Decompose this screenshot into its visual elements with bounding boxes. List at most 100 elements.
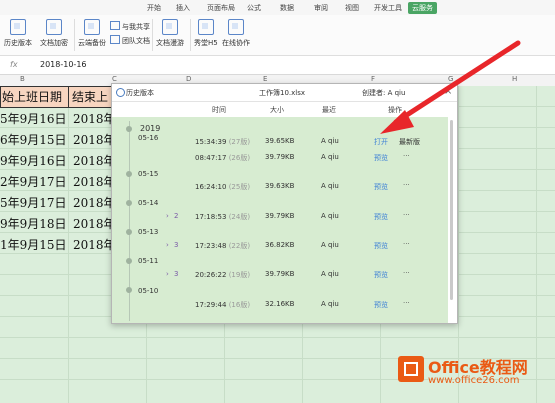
- team-docs-button[interactable]: 团队文档: [110, 35, 150, 46]
- cloud-icon: [84, 19, 100, 35]
- col-size: 大小: [270, 106, 284, 114]
- version-user: A qiu: [321, 300, 339, 308]
- close-icon[interactable]: ×: [444, 86, 452, 97]
- tab-view[interactable]: 视图: [345, 3, 359, 13]
- expand-count[interactable]: 3: [174, 270, 178, 278]
- version-time: 17:23:48 (22版): [195, 241, 250, 251]
- more-icon[interactable]: ···: [403, 211, 410, 219]
- version-time: 16:24:10 (25版): [195, 182, 250, 192]
- cloud-backup-button[interactable]: 云端备份: [78, 17, 106, 48]
- header-cell-end-date[interactable]: 结束上: [68, 86, 115, 108]
- version-user: A qiu: [321, 241, 339, 249]
- history-button[interactable]: 历史版本: [4, 17, 32, 48]
- table-cell[interactable]: 2年9月17日: [0, 173, 67, 190]
- time-text: 16:24:10: [195, 183, 227, 191]
- column-header-d[interactable]: D: [186, 75, 191, 83]
- date-label: 05-10: [138, 287, 159, 295]
- version-number: (19版): [228, 271, 251, 279]
- tab-home[interactable]: 开始: [147, 3, 161, 13]
- version-size: 39.79KB: [265, 153, 295, 161]
- share-icon: [110, 21, 120, 30]
- col-latest: 最近: [322, 106, 336, 114]
- header-cell-start-date[interactable]: 始上班日期: [0, 86, 70, 108]
- col-action: 操作: [388, 106, 402, 114]
- version-time: 15:34:39 (27版): [195, 137, 250, 147]
- column-header-h[interactable]: H: [512, 75, 517, 83]
- office-logo-icon: [398, 356, 424, 382]
- timeline-dot: [126, 287, 132, 293]
- watermark-logo: Office教程网 www.office26.com: [398, 352, 548, 398]
- expand-chevron-icon[interactable]: ›: [166, 270, 169, 278]
- tab-developer[interactable]: 开发工具: [374, 3, 402, 13]
- expand-count[interactable]: 3: [174, 241, 178, 249]
- tab-data[interactable]: 数据: [280, 3, 294, 13]
- timeline-dot: [126, 258, 132, 264]
- year-label: 2019: [140, 124, 161, 133]
- expand-count[interactable]: 2: [174, 212, 178, 220]
- tab-review[interactable]: 审阅: [314, 3, 328, 13]
- table-cell[interactable]: 9年9月18日: [0, 215, 67, 232]
- version-size: 32.16KB: [265, 300, 295, 308]
- table-cell[interactable]: 6年9月15日: [0, 131, 67, 148]
- expand-chevron-icon[interactable]: ›: [166, 212, 169, 220]
- col-time: 时间: [212, 106, 226, 114]
- grid-line: [0, 337, 555, 338]
- more-icon[interactable]: ···: [403, 240, 410, 248]
- dialog-title-bar: 历史版本 工作簿10.xlsx 创建者: A qiu ×: [112, 84, 457, 102]
- time-text: 17:18:53: [195, 213, 227, 221]
- more-icon[interactable]: ···: [403, 299, 410, 307]
- date-label: 05-13: [138, 228, 159, 236]
- column-header-b[interactable]: B: [20, 75, 25, 83]
- doc-roaming-button[interactable]: 文档漫游: [156, 17, 184, 48]
- more-icon[interactable]: ···: [403, 152, 410, 160]
- tab-cloud-service[interactable]: 云服务: [408, 2, 437, 14]
- tab-page-layout[interactable]: 页面布局: [207, 3, 235, 13]
- table-cell[interactable]: 5年9月16日: [0, 110, 67, 127]
- formula-input[interactable]: 2018-10-16: [40, 60, 87, 69]
- date-label: 05-16: [138, 134, 159, 142]
- ribbon-divider: [190, 19, 191, 51]
- doc-encrypt-button[interactable]: 文档加密: [40, 17, 68, 48]
- collab-icon: [228, 19, 244, 35]
- version-timeline: 2019 05-16 05-15 05-14 05-13 05-11 05-10…: [112, 117, 448, 323]
- timeline-dot: [126, 126, 132, 132]
- preview-link[interactable]: 预览: [374, 212, 388, 222]
- ribbon-divider: [74, 19, 75, 51]
- preview-link[interactable]: 预览: [374, 153, 388, 163]
- preview-link[interactable]: 预览: [374, 241, 388, 251]
- online-collab-button[interactable]: 在线协作: [222, 17, 250, 48]
- expand-chevron-icon[interactable]: ›: [166, 241, 169, 249]
- time-text: 17:23:48: [195, 242, 227, 250]
- tab-insert[interactable]: 插入: [176, 3, 190, 13]
- scrollbar[interactable]: [450, 120, 453, 300]
- date-label: 05-11: [138, 257, 159, 265]
- table-cell[interactable]: 1年9月15日: [0, 236, 67, 253]
- preview-link[interactable]: 预览: [374, 270, 388, 280]
- formula-bar: fx 2018-10-16: [0, 57, 555, 75]
- version-number: (16版): [228, 301, 251, 309]
- time-text: 08:47:17: [195, 154, 227, 162]
- fx-icon[interactable]: fx: [10, 60, 18, 69]
- preview-link[interactable]: 预览: [374, 300, 388, 310]
- table-cell[interactable]: 5年9月17日: [0, 194, 67, 211]
- preview-link[interactable]: 预览: [374, 182, 388, 192]
- column-header-f[interactable]: F: [371, 75, 375, 83]
- time-text: 17:29:44: [195, 301, 227, 309]
- open-link[interactable]: 打开: [374, 137, 388, 147]
- more-icon[interactable]: ···: [403, 181, 410, 189]
- brand-url: www.office26.com: [428, 375, 520, 386]
- more-icon[interactable]: ···: [403, 269, 410, 277]
- column-header-g[interactable]: G: [448, 75, 453, 83]
- ribbon-divider: [152, 19, 153, 51]
- tab-formula[interactable]: 公式: [247, 3, 261, 13]
- version-size: 39.63KB: [265, 182, 295, 190]
- shared-with-me-button[interactable]: 与我共享: [110, 21, 150, 32]
- timeline-dot: [126, 229, 132, 235]
- show-h5-button[interactable]: 秀堂H5: [194, 17, 218, 48]
- version-user: A qiu: [321, 137, 339, 145]
- column-header-c[interactable]: C: [112, 75, 117, 83]
- table-cell[interactable]: 9年9月16日: [0, 152, 67, 169]
- column-header-e[interactable]: E: [263, 75, 267, 83]
- dialog-column-headers: 时间 大小 最近 操作: [112, 102, 457, 116]
- version-number: (26版): [228, 154, 251, 162]
